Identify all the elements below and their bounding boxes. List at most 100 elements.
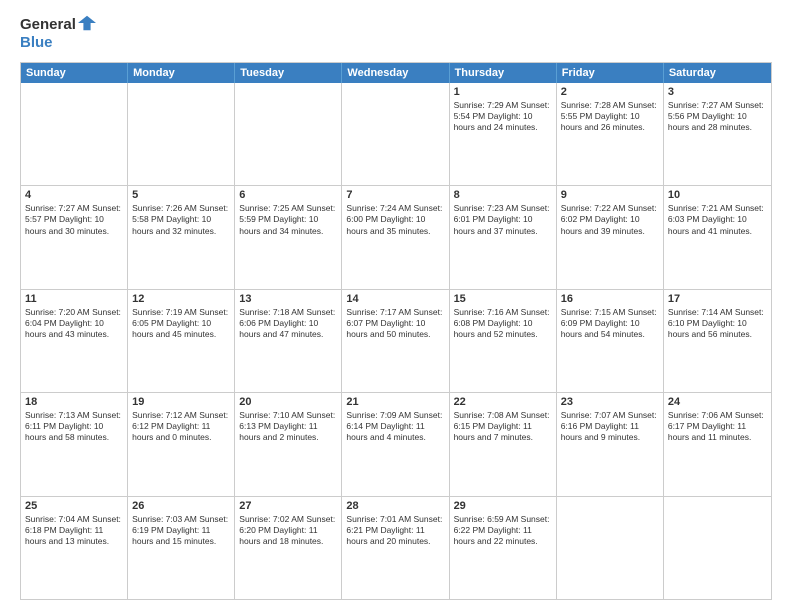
- calendar-body: 1Sunrise: 7:29 AM Sunset: 5:54 PM Daylig…: [21, 83, 771, 599]
- col-header-tuesday: Tuesday: [235, 63, 342, 83]
- calendar-cell: [664, 497, 771, 599]
- day-number: 28: [346, 500, 444, 512]
- logo-brand: General Blue: [20, 16, 96, 52]
- day-number: 14: [346, 293, 444, 305]
- calendar-cell: 28 Sunrise: 7:01 AM Sunset: 6:21 PM Dayli…: [342, 497, 449, 599]
- calendar-cell: 21 Sunrise: 7:09 AM Sunset: 6:14 PM Dayli…: [342, 393, 449, 495]
- day-number: 3: [668, 86, 767, 98]
- header: General Blue: [20, 16, 772, 52]
- day-info: Sunrise: 7:07 AM Sunset: 6:16 PM Dayligh…: [561, 410, 659, 443]
- day-info: Sunrise: 7:27 AM Sunset: 5:56 PM Dayligh…: [668, 100, 767, 133]
- col-header-monday: Monday: [128, 63, 235, 83]
- day-number: 5: [132, 189, 230, 201]
- day-number: 18: [25, 396, 123, 408]
- day-info: Sunrise: 7:12 AM Sunset: 6:12 PM Dayligh…: [132, 410, 230, 443]
- day-info: Sunrise: 7:17 AM Sunset: 6:07 PM Dayligh…: [346, 307, 444, 340]
- day-number: 25: [25, 500, 123, 512]
- day-number: 16: [561, 293, 659, 305]
- day-info: Sunrise: 7:27 AM Sunset: 5:57 PM Dayligh…: [25, 203, 123, 236]
- calendar-week-0: 1Sunrise: 7:29 AM Sunset: 5:54 PM Daylig…: [21, 83, 771, 185]
- day-number: 4: [25, 189, 123, 201]
- calendar-cell: 16 Sunrise: 7:15 AM Sunset: 6:09 PM Dayli…: [557, 290, 664, 392]
- col-header-friday: Friday: [557, 63, 664, 83]
- calendar-cell: 22Sunrise: 7:08 AM Sunset: 6:15 PM Dayli…: [450, 393, 557, 495]
- day-number: 22: [454, 396, 552, 408]
- day-number: 26: [132, 500, 230, 512]
- day-number: 21: [346, 396, 444, 408]
- calendar-cell: 15 Sunrise: 7:16 AM Sunset: 6:08 PM Dayli…: [450, 290, 557, 392]
- day-number: 27: [239, 500, 337, 512]
- calendar-cell: 3 Sunrise: 7:27 AM Sunset: 5:56 PM Daylig…: [664, 83, 771, 185]
- calendar-cell: 17Sunrise: 7:14 AM Sunset: 6:10 PM Dayli…: [664, 290, 771, 392]
- day-number: 6: [239, 189, 337, 201]
- day-number: 12: [132, 293, 230, 305]
- day-info: Sunrise: 7:06 AM Sunset: 6:17 PM Dayligh…: [668, 410, 767, 443]
- logo: General Blue: [20, 16, 96, 52]
- calendar-cell: 24 Sunrise: 7:06 AM Sunset: 6:17 PM Dayli…: [664, 393, 771, 495]
- calendar-cell: 12 Sunrise: 7:19 AM Sunset: 6:05 PM Dayli…: [128, 290, 235, 392]
- day-number: 2: [561, 86, 659, 98]
- calendar-cell: 13 Sunrise: 7:18 AM Sunset: 6:06 PM Dayli…: [235, 290, 342, 392]
- calendar-cell: [342, 83, 449, 185]
- calendar-cell: 26 Sunrise: 7:03 AM Sunset: 6:19 PM Dayli…: [128, 497, 235, 599]
- calendar-cell: 10 Sunrise: 7:21 AM Sunset: 6:03 PM Dayli…: [664, 186, 771, 288]
- day-info: Sunrise: 7:03 AM Sunset: 6:19 PM Dayligh…: [132, 514, 230, 547]
- col-header-thursday: Thursday: [450, 63, 557, 83]
- calendar-cell: 29Sunrise: 6:59 AM Sunset: 6:22 PM Dayli…: [450, 497, 557, 599]
- day-info: Sunrise: 7:18 AM Sunset: 6:06 PM Dayligh…: [239, 307, 337, 340]
- day-number: 15: [454, 293, 552, 305]
- day-info: Sunrise: 7:26 AM Sunset: 5:58 PM Dayligh…: [132, 203, 230, 236]
- day-info: Sunrise: 7:22 AM Sunset: 6:02 PM Dayligh…: [561, 203, 659, 236]
- day-info: Sunrise: 7:16 AM Sunset: 6:08 PM Dayligh…: [454, 307, 552, 340]
- day-info: Sunrise: 7:24 AM Sunset: 6:00 PM Dayligh…: [346, 203, 444, 236]
- calendar-cell: [21, 83, 128, 185]
- day-info: Sunrise: 7:23 AM Sunset: 6:01 PM Dayligh…: [454, 203, 552, 236]
- day-number: 7: [346, 189, 444, 201]
- day-number: 9: [561, 189, 659, 201]
- calendar-cell: [557, 497, 664, 599]
- calendar-cell: 27Sunrise: 7:02 AM Sunset: 6:20 PM Dayli…: [235, 497, 342, 599]
- calendar-cell: 23 Sunrise: 7:07 AM Sunset: 6:16 PM Dayli…: [557, 393, 664, 495]
- calendar-cell: 25 Sunrise: 7:04 AM Sunset: 6:18 PM Dayli…: [21, 497, 128, 599]
- calendar-week-3: 18 Sunrise: 7:13 AM Sunset: 6:11 PM Dayli…: [21, 392, 771, 495]
- day-info: Sunrise: 7:09 AM Sunset: 6:14 PM Dayligh…: [346, 410, 444, 443]
- calendar-header: SundayMondayTuesdayWednesdayThursdayFrid…: [21, 63, 771, 83]
- calendar-cell: 19 Sunrise: 7:12 AM Sunset: 6:12 PM Dayli…: [128, 393, 235, 495]
- day-info: Sunrise: 7:29 AM Sunset: 5:54 PM Dayligh…: [454, 100, 552, 133]
- page: General Blue SundayMondayTuesdayWednesda…: [0, 0, 792, 612]
- calendar-cell: 14 Sunrise: 7:17 AM Sunset: 6:07 PM Dayli…: [342, 290, 449, 392]
- col-header-wednesday: Wednesday: [342, 63, 449, 83]
- logo-bird-icon: [78, 14, 96, 32]
- calendar-week-2: 11 Sunrise: 7:20 AM Sunset: 6:04 PM Dayli…: [21, 289, 771, 392]
- day-info: Sunrise: 7:21 AM Sunset: 6:03 PM Dayligh…: [668, 203, 767, 236]
- day-number: 17: [668, 293, 767, 305]
- col-header-sunday: Sunday: [21, 63, 128, 83]
- calendar-cell: 9 Sunrise: 7:22 AM Sunset: 6:02 PM Daylig…: [557, 186, 664, 288]
- calendar-cell: 11 Sunrise: 7:20 AM Sunset: 6:04 PM Dayli…: [21, 290, 128, 392]
- day-info: Sunrise: 7:01 AM Sunset: 6:21 PM Dayligh…: [346, 514, 444, 547]
- day-info: Sunrise: 7:15 AM Sunset: 6:09 PM Dayligh…: [561, 307, 659, 340]
- day-info: Sunrise: 7:13 AM Sunset: 6:11 PM Dayligh…: [25, 410, 123, 443]
- day-info: Sunrise: 7:04 AM Sunset: 6:18 PM Dayligh…: [25, 514, 123, 547]
- day-info: Sunrise: 7:10 AM Sunset: 6:13 PM Dayligh…: [239, 410, 337, 443]
- calendar: SundayMondayTuesdayWednesdayThursdayFrid…: [20, 62, 772, 600]
- day-info: Sunrise: 7:20 AM Sunset: 6:04 PM Dayligh…: [25, 307, 123, 340]
- day-info: Sunrise: 7:19 AM Sunset: 6:05 PM Dayligh…: [132, 307, 230, 340]
- day-number: 23: [561, 396, 659, 408]
- calendar-cell: 18 Sunrise: 7:13 AM Sunset: 6:11 PM Dayli…: [21, 393, 128, 495]
- day-number: 19: [132, 396, 230, 408]
- day-number: 13: [239, 293, 337, 305]
- calendar-cell: 6Sunrise: 7:25 AM Sunset: 5:59 PM Daylig…: [235, 186, 342, 288]
- calendar-week-4: 25 Sunrise: 7:04 AM Sunset: 6:18 PM Dayli…: [21, 496, 771, 599]
- logo-general: General: [20, 16, 76, 34]
- day-number: 20: [239, 396, 337, 408]
- day-number: 10: [668, 189, 767, 201]
- day-info: Sunrise: 7:28 AM Sunset: 5:55 PM Dayligh…: [561, 100, 659, 133]
- calendar-cell: [235, 83, 342, 185]
- day-number: 29: [454, 500, 552, 512]
- calendar-cell: 4 Sunrise: 7:27 AM Sunset: 5:57 PM Daylig…: [21, 186, 128, 288]
- calendar-cell: 1Sunrise: 7:29 AM Sunset: 5:54 PM Daylig…: [450, 83, 557, 185]
- calendar-cell: 20 Sunrise: 7:10 AM Sunset: 6:13 PM Dayli…: [235, 393, 342, 495]
- day-number: 11: [25, 293, 123, 305]
- day-number: 24: [668, 396, 767, 408]
